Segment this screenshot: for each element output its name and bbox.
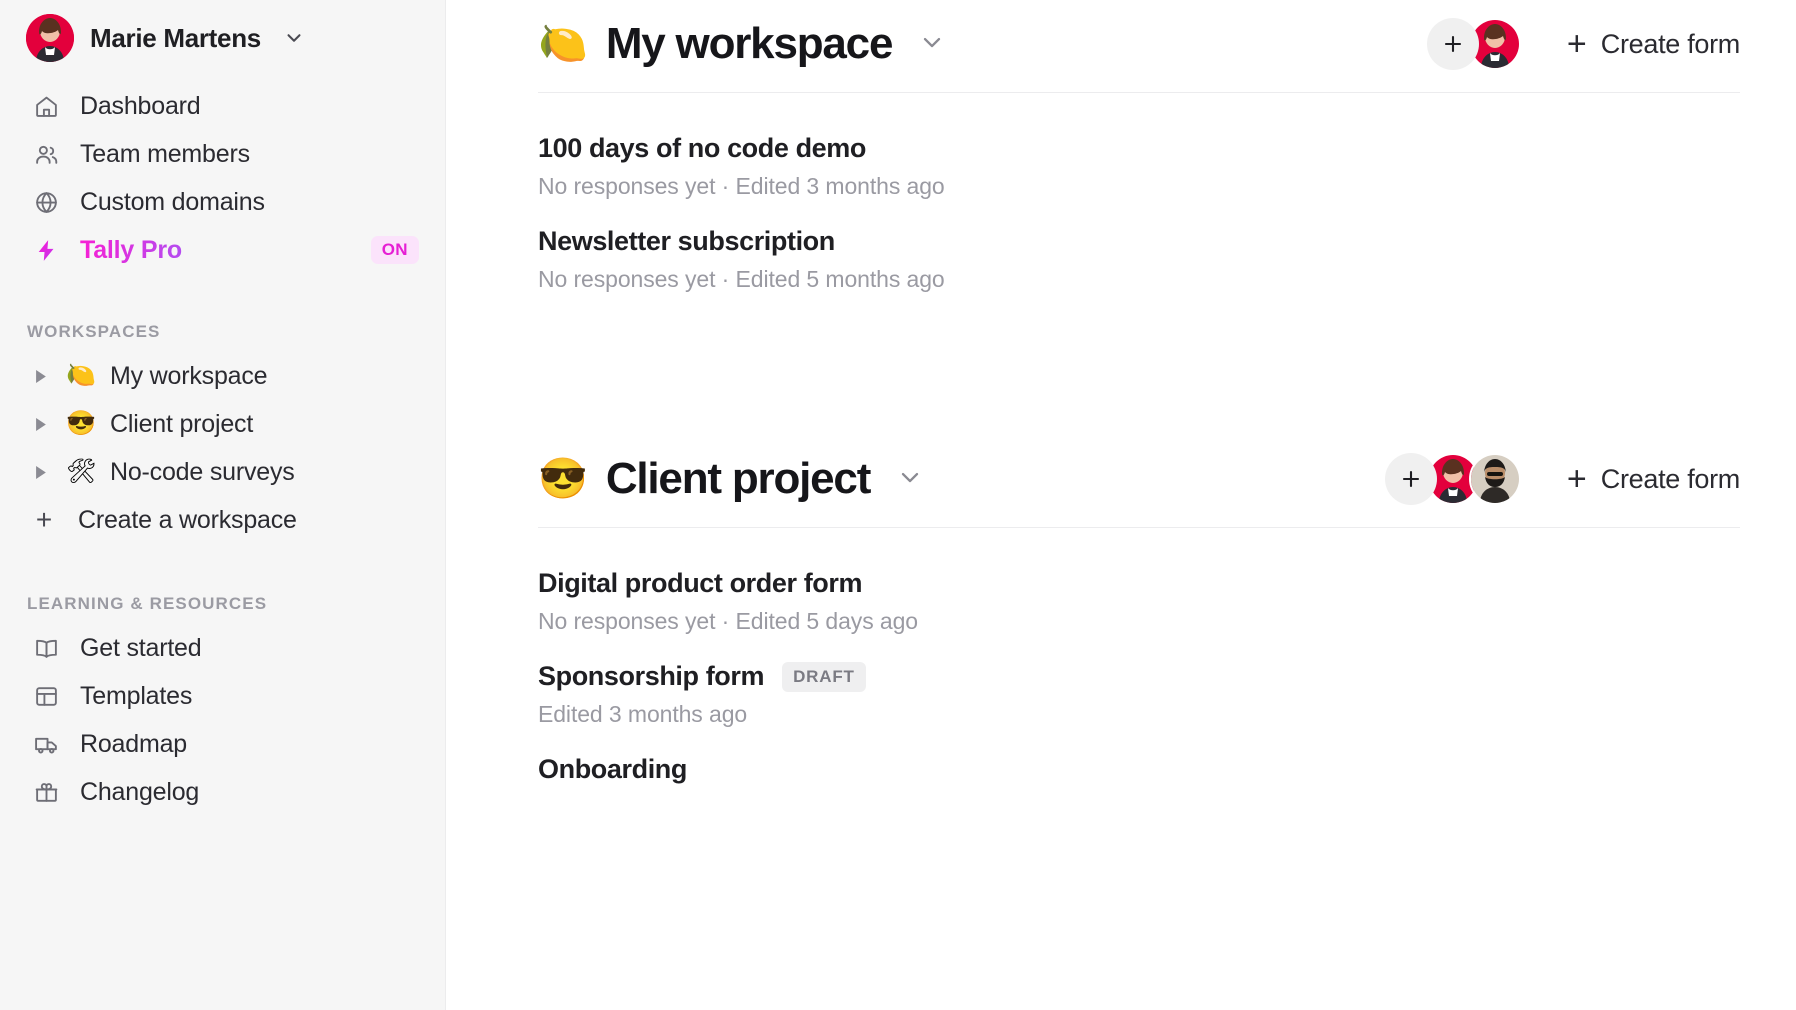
chevron-down-icon[interactable] [896,463,924,496]
sidebar-item-workspace-no-code-surveys[interactable]: 🛠 No-code surveys [26,448,419,496]
create-form-button[interactable]: + Create form [1567,462,1740,496]
plus-icon: + [1566,460,1587,498]
workspace-label: No-code surveys [110,457,295,486]
lightning-bolt-icon [32,236,60,264]
plus-icon: + [1566,25,1587,63]
list-item[interactable]: Sponsorship form DRAFT Edited 3 months a… [538,645,1740,738]
sidebar-item-label: Roadmap [80,729,187,758]
workspace-label: My workspace [110,361,268,390]
create-form-label: Create form [1600,28,1741,59]
member-avatar-stack [1384,453,1521,505]
workspaces-list: 🍋 My workspace 😎 Client project 🛠 No-cod… [26,352,419,544]
workspace-title-group[interactable]: 🍋 My workspace [538,19,946,69]
sidebar-item-team-members[interactable]: Team members [26,130,419,178]
layout-icon [32,682,60,710]
create-workspace-button[interactable]: + Create a workspace [26,496,419,544]
sidebar-item-label: Tally Pro [80,235,182,264]
chevron-down-icon[interactable] [918,28,946,61]
sidebar-item-templates[interactable]: Templates [26,672,419,720]
status-badge: ON [370,236,419,264]
sidebar-item-workspace-client-project[interactable]: 😎 Client project [26,400,419,448]
form-list: 100 days of no code demo No responses ye… [538,93,1740,303]
plus-icon: + [35,504,53,535]
book-icon [32,634,60,662]
create-form-button[interactable]: + Create form [1567,27,1740,61]
form-list: Digital product order form No responses … [538,528,1740,795]
caret-right-icon[interactable] [30,417,52,431]
sidebar-item-label: Templates [80,681,193,710]
workspace-section-client-project: 😎 Client project + Create form Digital p… [538,453,1740,795]
section-label-workspaces: WORKSPACES [27,322,161,341]
sidebar-item-label: Get started [80,633,202,662]
workspace-section-my-workspace: 🍋 My workspace + Create form 100 days of… [538,0,1740,303]
form-meta: No responses yet · Edited 5 days ago [538,608,918,634]
users-icon [32,140,60,168]
form-title: Digital product order form [538,568,863,598]
form-title: Sponsorship form [538,661,765,691]
list-item[interactable]: Onboarding [538,738,1740,795]
form-meta: No responses yet · Edited 5 months ago [538,266,945,292]
form-title: Onboarding [538,754,687,784]
workspace-header: 😎 Client project + Create form [538,453,1740,505]
form-title: Newsletter subscription [538,226,835,256]
home-icon [32,92,60,120]
workspace-emoji: 🛠 [66,458,97,485]
workspace-title-group[interactable]: 😎 Client project [538,454,924,504]
list-item[interactable]: Newsletter subscription No responses yet… [538,210,1740,303]
workspace-header: 🍋 My workspace + Create form [538,0,1740,70]
primary-nav: Dashboard Team members Custom domains Ta… [26,82,419,274]
add-member-button[interactable] [1426,18,1479,70]
resources-list: Get started Templates Roadmap Changelog [26,624,419,816]
add-member-button[interactable] [1384,453,1437,505]
workspace-actions: + Create form [1426,18,1740,70]
form-title: 100 days of no code demo [538,133,866,163]
sidebar-item-changelog[interactable]: Changelog [26,768,419,816]
list-item[interactable]: 100 days of no code demo No responses ye… [538,117,1740,210]
sidebar-item-custom-domains[interactable]: Custom domains [26,178,419,226]
create-form-label: Create form [1600,463,1741,494]
sidebar-item-dashboard[interactable]: Dashboard [26,82,419,130]
app-root: Marie Martens Dashboard Team members Cus… [0,0,1796,1010]
sidebar-item-label: Changelog [80,777,200,806]
user-account-switcher[interactable]: Marie Martens [26,0,419,76]
form-meta: Edited 3 months ago [538,701,748,727]
workspace-label: Client project [110,409,254,438]
sidebar-item-roadmap[interactable]: Roadmap [26,720,419,768]
sidebar: Marie Martens Dashboard Team members Cus… [0,0,446,1010]
caret-right-icon[interactable] [30,465,52,479]
page-title: Client project [605,454,872,503]
workspace-actions: + Create form [1384,453,1740,505]
main-content: 🍋 My workspace + Create form 100 days of… [446,0,1796,1010]
globe-icon [32,188,60,216]
gift-icon [32,778,60,806]
chevron-down-icon[interactable] [283,27,305,49]
member-avatar-stack [1426,18,1521,70]
workspace-emoji: 🍋 [538,22,588,66]
sidebar-item-get-started[interactable]: Get started [26,624,419,672]
section-label-learning-resources: LEARNING & RESOURCES [27,594,268,613]
truck-icon [32,730,60,758]
sidebar-item-workspace-my-workspace[interactable]: 🍋 My workspace [26,352,419,400]
sidebar-item-label: Dashboard [80,91,201,120]
sidebar-item-label: Team members [80,139,250,168]
workspace-emoji: 😎 [538,457,588,501]
user-name: Marie Martens [90,22,261,53]
status-badge: DRAFT [782,661,866,692]
page-title: My workspace [605,19,894,68]
workspace-emoji: 😎 [66,410,96,437]
sidebar-item-tally-pro[interactable]: Tally Pro ON [26,226,419,274]
avatar [26,14,74,62]
avatar[interactable] [1468,453,1521,505]
create-workspace-label: Create a workspace [78,505,297,534]
list-item[interactable]: Digital product order form No responses … [538,552,1740,645]
form-meta: No responses yet · Edited 3 months ago [538,173,945,199]
sidebar-item-label: Custom domains [80,187,265,216]
workspace-emoji: 🍋 [66,362,96,389]
caret-right-icon[interactable] [30,369,52,383]
